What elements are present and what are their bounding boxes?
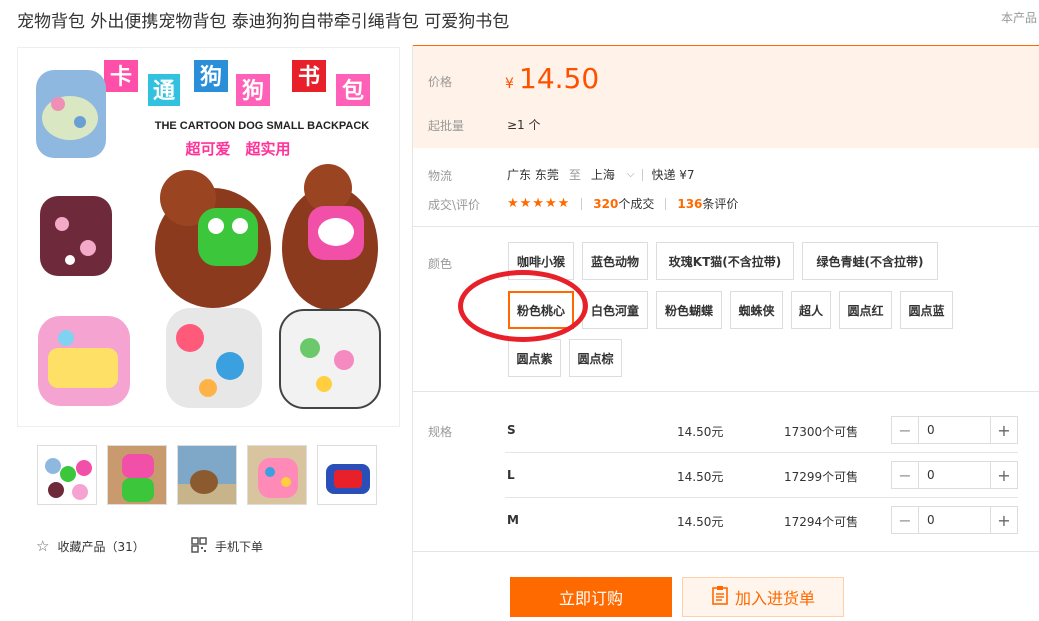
- thumbnail-3[interactable]: [177, 445, 237, 505]
- increase-button[interactable]: +: [990, 462, 1017, 488]
- color-option[interactable]: 圆点棕: [569, 339, 622, 377]
- color-label: 颜色: [428, 257, 453, 271]
- decrease-button[interactable]: −: [892, 462, 919, 488]
- deal-suffix: 个成交: [618, 197, 655, 211]
- product-title: 宠物背包 外出便携宠物背包 泰迪狗狗自带牵引绳背包 可爱狗书包: [17, 12, 510, 32]
- price-value: ¥ 14.50: [505, 62, 599, 95]
- quantity-stepper: − 0 +: [891, 506, 1018, 534]
- favorite-product-button[interactable]: ☆ 收藏产品（31）: [36, 537, 145, 555]
- spec-name: S: [507, 423, 516, 437]
- logistics-info: 广东 东莞 至 上海 ⌵ 快递 ¥7: [507, 166, 695, 183]
- qr-code-icon: [191, 537, 207, 556]
- banner-sub: 超可爱 超实用: [184, 140, 290, 158]
- banner-char: 狗: [242, 78, 264, 103]
- rating-stars: ★★★★★: [507, 196, 571, 211]
- spec-stock: 17294个可售: [784, 515, 859, 529]
- quantity-stepper: − 0 +: [891, 416, 1018, 444]
- chevron-down-icon: ⌵: [626, 169, 635, 180]
- quantity-input[interactable]: 0: [919, 417, 990, 443]
- color-option[interactable]: 圆点紫: [508, 339, 561, 377]
- spec-price: 14.50元: [677, 425, 724, 439]
- color-option[interactable]: 绿色青蛙(不含拉带): [802, 242, 938, 280]
- section-divider: [413, 226, 1039, 227]
- logistics-label: 物流: [428, 169, 453, 183]
- add-to-cart-button[interactable]: 加入进货单: [682, 577, 844, 617]
- increase-button[interactable]: +: [990, 507, 1017, 533]
- main-product-image[interactable]: 卡 通 狗 狗 书 包 THE CARTOON DOG SMALL BACKPA…: [17, 47, 400, 427]
- banner-char: 通: [153, 78, 175, 103]
- deals-info: ★★★★★ 320 个成交 136 条评价: [507, 195, 738, 212]
- divider: [665, 197, 667, 210]
- deals-label: 成交\评价: [428, 198, 481, 212]
- banner-char: 包: [342, 78, 364, 103]
- review-suffix: 条评价: [702, 197, 739, 211]
- buy-now-button[interactable]: 立即订购: [510, 577, 672, 617]
- row-divider: [505, 497, 1018, 498]
- ship-from: 广东 东莞: [507, 168, 559, 182]
- color-option[interactable]: 咖啡小猴: [508, 242, 574, 280]
- quantity-input[interactable]: 0: [919, 507, 990, 533]
- banner-english: THE CARTOON DOG SMALL BACKPACK: [155, 120, 370, 132]
- favorite-label: 收藏产品（31）: [57, 539, 145, 554]
- banner-char: 书: [298, 64, 320, 89]
- review-count[interactable]: 136: [677, 197, 702, 211]
- divider: [581, 197, 583, 210]
- color-option[interactable]: 圆点蓝: [900, 291, 953, 329]
- spec-label: 规格: [428, 425, 453, 439]
- mobile-order-label: 手机下单: [215, 540, 264, 554]
- spec-name: M: [507, 513, 519, 527]
- mobile-order-button[interactable]: 手机下单: [191, 537, 263, 556]
- min-order-value: ≥1 个: [507, 118, 541, 132]
- increase-button[interactable]: +: [990, 417, 1017, 443]
- price-number: 14.50: [519, 62, 600, 95]
- title-right-text: 本产品: [1001, 11, 1038, 25]
- price-label: 价格: [428, 75, 453, 89]
- ship-to-word: 至: [568, 168, 581, 182]
- quantity-input[interactable]: 0: [919, 462, 990, 488]
- min-order-label: 起批量: [428, 119, 465, 133]
- spec-stock: 17299个可售: [784, 470, 859, 484]
- thumbnail-2[interactable]: [107, 445, 167, 505]
- add-to-cart-label: 加入进货单: [734, 589, 815, 608]
- color-option[interactable]: 超人: [791, 291, 831, 329]
- thumbnail-1[interactable]: [37, 445, 97, 505]
- currency-symbol: ¥: [505, 76, 514, 92]
- divider: [642, 168, 644, 181]
- color-option[interactable]: 圆点红: [839, 291, 892, 329]
- decrease-button[interactable]: −: [892, 417, 919, 443]
- deal-count[interactable]: 320: [593, 197, 618, 211]
- banner-char: 卡: [110, 64, 132, 89]
- section-divider: [413, 551, 1039, 552]
- spec-price: 14.50元: [677, 470, 724, 484]
- spec-stock: 17300个可售: [784, 425, 859, 439]
- express-fee: 快递 ¥7: [651, 168, 695, 182]
- clipboard-icon: [711, 585, 729, 609]
- decrease-button[interactable]: −: [892, 507, 919, 533]
- quantity-stepper: − 0 +: [891, 461, 1018, 489]
- ship-to-city: 上海: [590, 168, 615, 182]
- color-option[interactable]: 粉色蝴蝶: [656, 291, 722, 329]
- row-divider: [505, 452, 1018, 453]
- color-option[interactable]: 蓝色动物: [582, 242, 648, 280]
- color-option[interactable]: 玫瑰KT猫(不含拉带): [656, 242, 794, 280]
- star-outline-icon: ☆: [36, 537, 50, 555]
- ship-to-select[interactable]: 上海 ⌵: [591, 166, 635, 183]
- color-option[interactable]: 蜘蛛侠: [730, 291, 783, 329]
- spec-price: 14.50元: [677, 515, 724, 529]
- spec-name: L: [507, 468, 515, 482]
- color-option[interactable]: 白色河童: [582, 291, 648, 329]
- thumbnail-5[interactable]: [317, 445, 377, 505]
- banner-char: 狗: [200, 64, 222, 89]
- section-divider: [413, 391, 1039, 392]
- color-option-selected[interactable]: 粉色桃心: [508, 291, 574, 329]
- thumbnail-4[interactable]: [247, 445, 307, 505]
